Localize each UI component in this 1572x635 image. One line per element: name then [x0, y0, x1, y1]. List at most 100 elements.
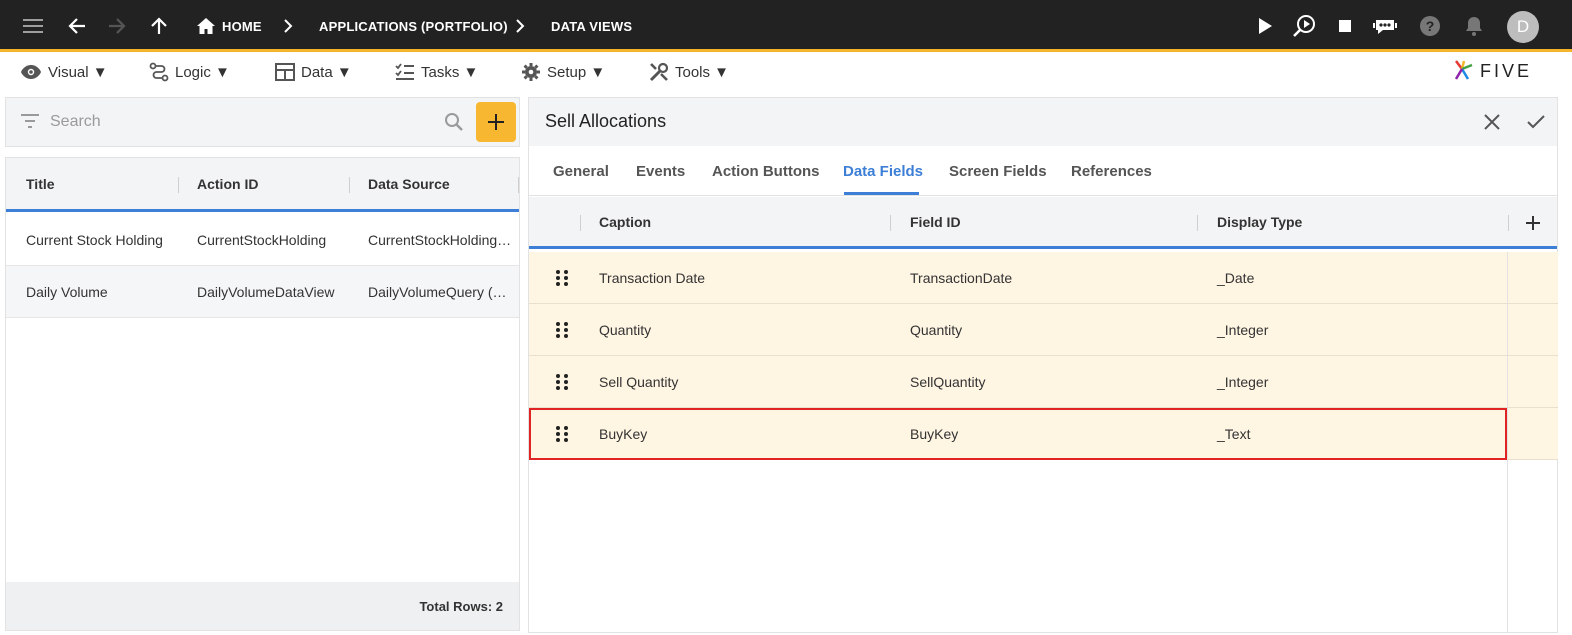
eye-icon [21, 65, 41, 79]
add-field-button[interactable] [1521, 211, 1545, 235]
tab-references[interactable]: References [1071, 146, 1152, 196]
gear-icon [522, 63, 540, 81]
column-divider[interactable] [1508, 215, 1509, 231]
help-icon: ? [1417, 13, 1443, 39]
hamburger-icon [20, 13, 46, 39]
notifications-button[interactable] [1461, 0, 1487, 52]
column-divider[interactable] [890, 215, 891, 231]
search-icon[interactable] [444, 112, 464, 137]
row-action-cell [1508, 356, 1558, 408]
column-header-field-id[interactable]: Field ID [910, 197, 961, 247]
arrow-left-icon [64, 13, 90, 39]
close-button[interactable] [1480, 110, 1504, 134]
column-header-data-source[interactable]: Data Source [368, 158, 450, 210]
search-input[interactable] [50, 106, 430, 138]
breadcrumb-applications[interactable]: APPLICATIONS (PORTFOLIO) [319, 0, 508, 52]
menu-setup[interactable]: Setup ▼ [521, 55, 605, 89]
chat-bot-icon [1372, 13, 1398, 39]
filter-icon[interactable] [20, 113, 40, 134]
forward-button[interactable] [104, 0, 130, 52]
menu-tasks[interactable]: Tasks ▼ [395, 55, 478, 89]
menu-visual[interactable]: Visual ▼ [20, 55, 108, 89]
cell-caption: Quantity [599, 321, 652, 338]
breadcrumb-label: APPLICATIONS (PORTFOLIO) [319, 18, 508, 34]
menu-data[interactable]: Data ▼ [275, 55, 352, 89]
fields-grid-header: Caption Field ID Display Type [529, 197, 1557, 249]
drag-handle-icon[interactable] [555, 269, 569, 287]
cell-display-type: _Integer [1217, 373, 1269, 390]
menu-bar: Visual ▼ Logic ▼ Data ▼ Tasks ▼ Setup ▼ … [0, 55, 1572, 89]
tab-action-buttons[interactable]: Action Buttons [712, 146, 819, 196]
column-header-action-id[interactable]: Action ID [197, 158, 258, 210]
arrow-up-icon [146, 13, 172, 39]
table-row[interactable]: Transaction Date TransactionDate _Date [529, 252, 1507, 304]
tab-bar: General Events Action Buttons Data Field… [529, 146, 1557, 196]
menu-label: Logic ▼ [175, 63, 230, 81]
drag-handle-icon[interactable] [555, 425, 569, 443]
column-divider[interactable] [518, 177, 519, 193]
top-bar: HOME APPLICATIONS (PORTFOLIO) DATA VIEWS… [0, 0, 1572, 52]
menu-button[interactable] [20, 0, 46, 52]
logic-icon [149, 62, 169, 82]
cell-action-id: CurrentStockHolding [197, 231, 327, 248]
chat-button[interactable] [1372, 0, 1398, 52]
five-logo-icon [1454, 60, 1473, 80]
tab-data-fields[interactable]: Data Fields [843, 146, 923, 196]
table-row[interactable]: Sell Quantity SellQuantity _Integer [529, 356, 1507, 408]
column-divider[interactable] [580, 215, 581, 231]
check-icon [1527, 115, 1545, 129]
list-item[interactable]: Daily Volume DailyVolumeDataView DailyVo… [6, 266, 519, 318]
tab-general[interactable]: General [553, 146, 609, 196]
breadcrumb-home[interactable]: HOME [196, 0, 262, 52]
list-footer: Total Rows: 2 [6, 582, 519, 630]
search-play-icon [1291, 13, 1317, 39]
play-icon [1252, 13, 1278, 39]
home-icon [196, 13, 216, 39]
table-row[interactable]: Quantity Quantity _Integer [529, 304, 1507, 356]
row-action-cell [1508, 252, 1558, 304]
cell-caption: BuyKey [599, 426, 648, 442]
cell-field-id: Quantity [910, 321, 963, 338]
search-bar [5, 97, 520, 147]
save-button[interactable] [1524, 110, 1548, 134]
row-action-cell [1508, 304, 1558, 356]
menu-label: Data ▼ [301, 63, 352, 81]
avatar[interactable]: D [1507, 11, 1539, 43]
tab-events[interactable]: Events [636, 146, 685, 196]
menu-label: Setup ▼ [547, 63, 606, 81]
drag-handle-icon[interactable] [555, 373, 569, 391]
plus-icon [1526, 216, 1540, 230]
run-button[interactable] [1252, 0, 1278, 52]
tools-icon [649, 62, 669, 82]
list-item[interactable]: Current Stock Holding CurrentStockHoldin… [6, 214, 519, 266]
menu-label: Tasks ▼ [421, 63, 479, 81]
breadcrumb-data-views[interactable]: DATA VIEWS [551, 0, 632, 52]
add-button[interactable] [476, 102, 516, 142]
menu-logic[interactable]: Logic ▼ [149, 55, 230, 89]
column-header-caption[interactable]: Caption [599, 197, 651, 247]
column-divider[interactable] [1197, 215, 1198, 231]
cell-display-type: _Text [1217, 426, 1251, 442]
column-header-display-type[interactable]: Display Type [1217, 197, 1302, 247]
tasks-icon [395, 63, 414, 80]
debug-button[interactable] [1291, 0, 1317, 52]
drag-handle-icon[interactable] [555, 321, 569, 339]
list-header: Title Action ID Data Source [6, 158, 519, 212]
breadcrumb-label: DATA VIEWS [551, 18, 633, 34]
tab-screen-fields[interactable]: Screen Fields [949, 146, 1047, 196]
five-logo: FIVE [1452, 57, 1532, 85]
data-views-list: Title Action ID Data Source Current Stoc… [5, 157, 520, 631]
column-header-title[interactable]: Title [26, 158, 55, 210]
up-button[interactable] [146, 0, 172, 52]
table-row-selected[interactable]: BuyKey BuyKey _Text [529, 408, 1507, 460]
cell-caption: Sell Quantity [599, 373, 679, 390]
column-divider[interactable] [178, 177, 179, 193]
back-button[interactable] [64, 0, 90, 52]
menu-tools[interactable]: Tools ▼ [649, 55, 729, 89]
cell-title: Current Stock Holding [26, 231, 163, 248]
cell-field-id: SellQuantity [910, 373, 986, 390]
help-button[interactable]: ? [1417, 0, 1443, 52]
menu-label: Tools ▼ [675, 63, 730, 81]
stop-button[interactable] [1332, 0, 1358, 52]
column-divider[interactable] [349, 177, 350, 193]
